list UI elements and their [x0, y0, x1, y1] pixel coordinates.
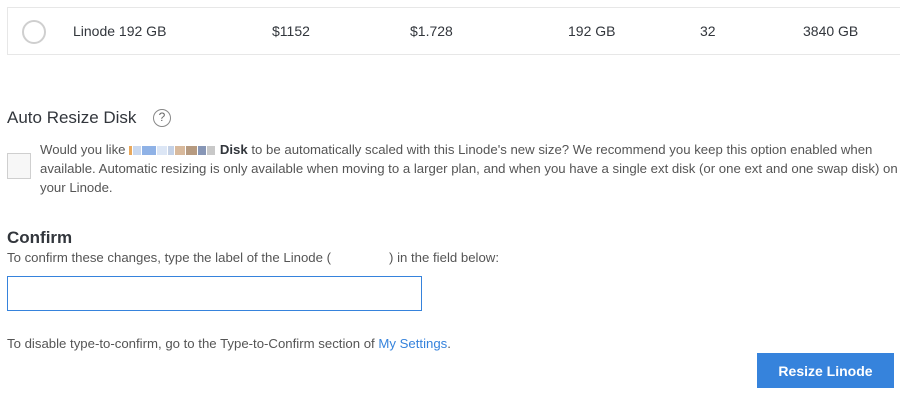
disable-note-after: . — [447, 336, 451, 351]
auto-resize-text-before: Would you like — [40, 142, 130, 157]
redacted-disk-name — [129, 142, 220, 157]
auto-resize-description: Would you like Disk to be automatically … — [40, 140, 900, 197]
auto-resize-checkbox[interactable] — [7, 153, 31, 179]
disk-label: Disk — [219, 142, 248, 157]
disable-note-text: To disable type-to-confirm, go to the Ty… — [7, 336, 379, 351]
plan-ram: 192 GB — [568, 23, 616, 39]
plan-row-linode-192gb[interactable]: Linode 192 GB $1152 $1.728 192 GB 32 384… — [7, 7, 900, 55]
confirm-title: Confirm — [7, 228, 73, 247]
plan-storage: 3840 GB — [803, 23, 859, 39]
plan-monthly-price: $1152 — [272, 23, 310, 39]
disable-type-to-confirm-note: To disable type-to-confirm, go to the Ty… — [7, 336, 451, 351]
confirm-label-input[interactable] — [7, 276, 422, 311]
plan-label: Linode 192 GB — [73, 23, 167, 39]
plan-select-radio[interactable] — [22, 20, 46, 44]
help-circle-icon[interactable]: ? — [153, 109, 171, 127]
plan-hourly-price: $1.728 — [410, 23, 453, 39]
resize-linode-button[interactable]: Resize Linode — [757, 353, 894, 388]
confirm-text-after: ) in the field below: — [389, 250, 499, 265]
plan-cpus: 32 — [700, 23, 716, 39]
my-settings-link[interactable]: My Settings — [378, 336, 447, 351]
confirm-text-before: To confirm these changes, type the label… — [7, 250, 332, 265]
auto-resize-title: Auto Resize Disk — [7, 108, 137, 127]
confirm-instructions: To confirm these changes, type the label… — [7, 250, 499, 265]
